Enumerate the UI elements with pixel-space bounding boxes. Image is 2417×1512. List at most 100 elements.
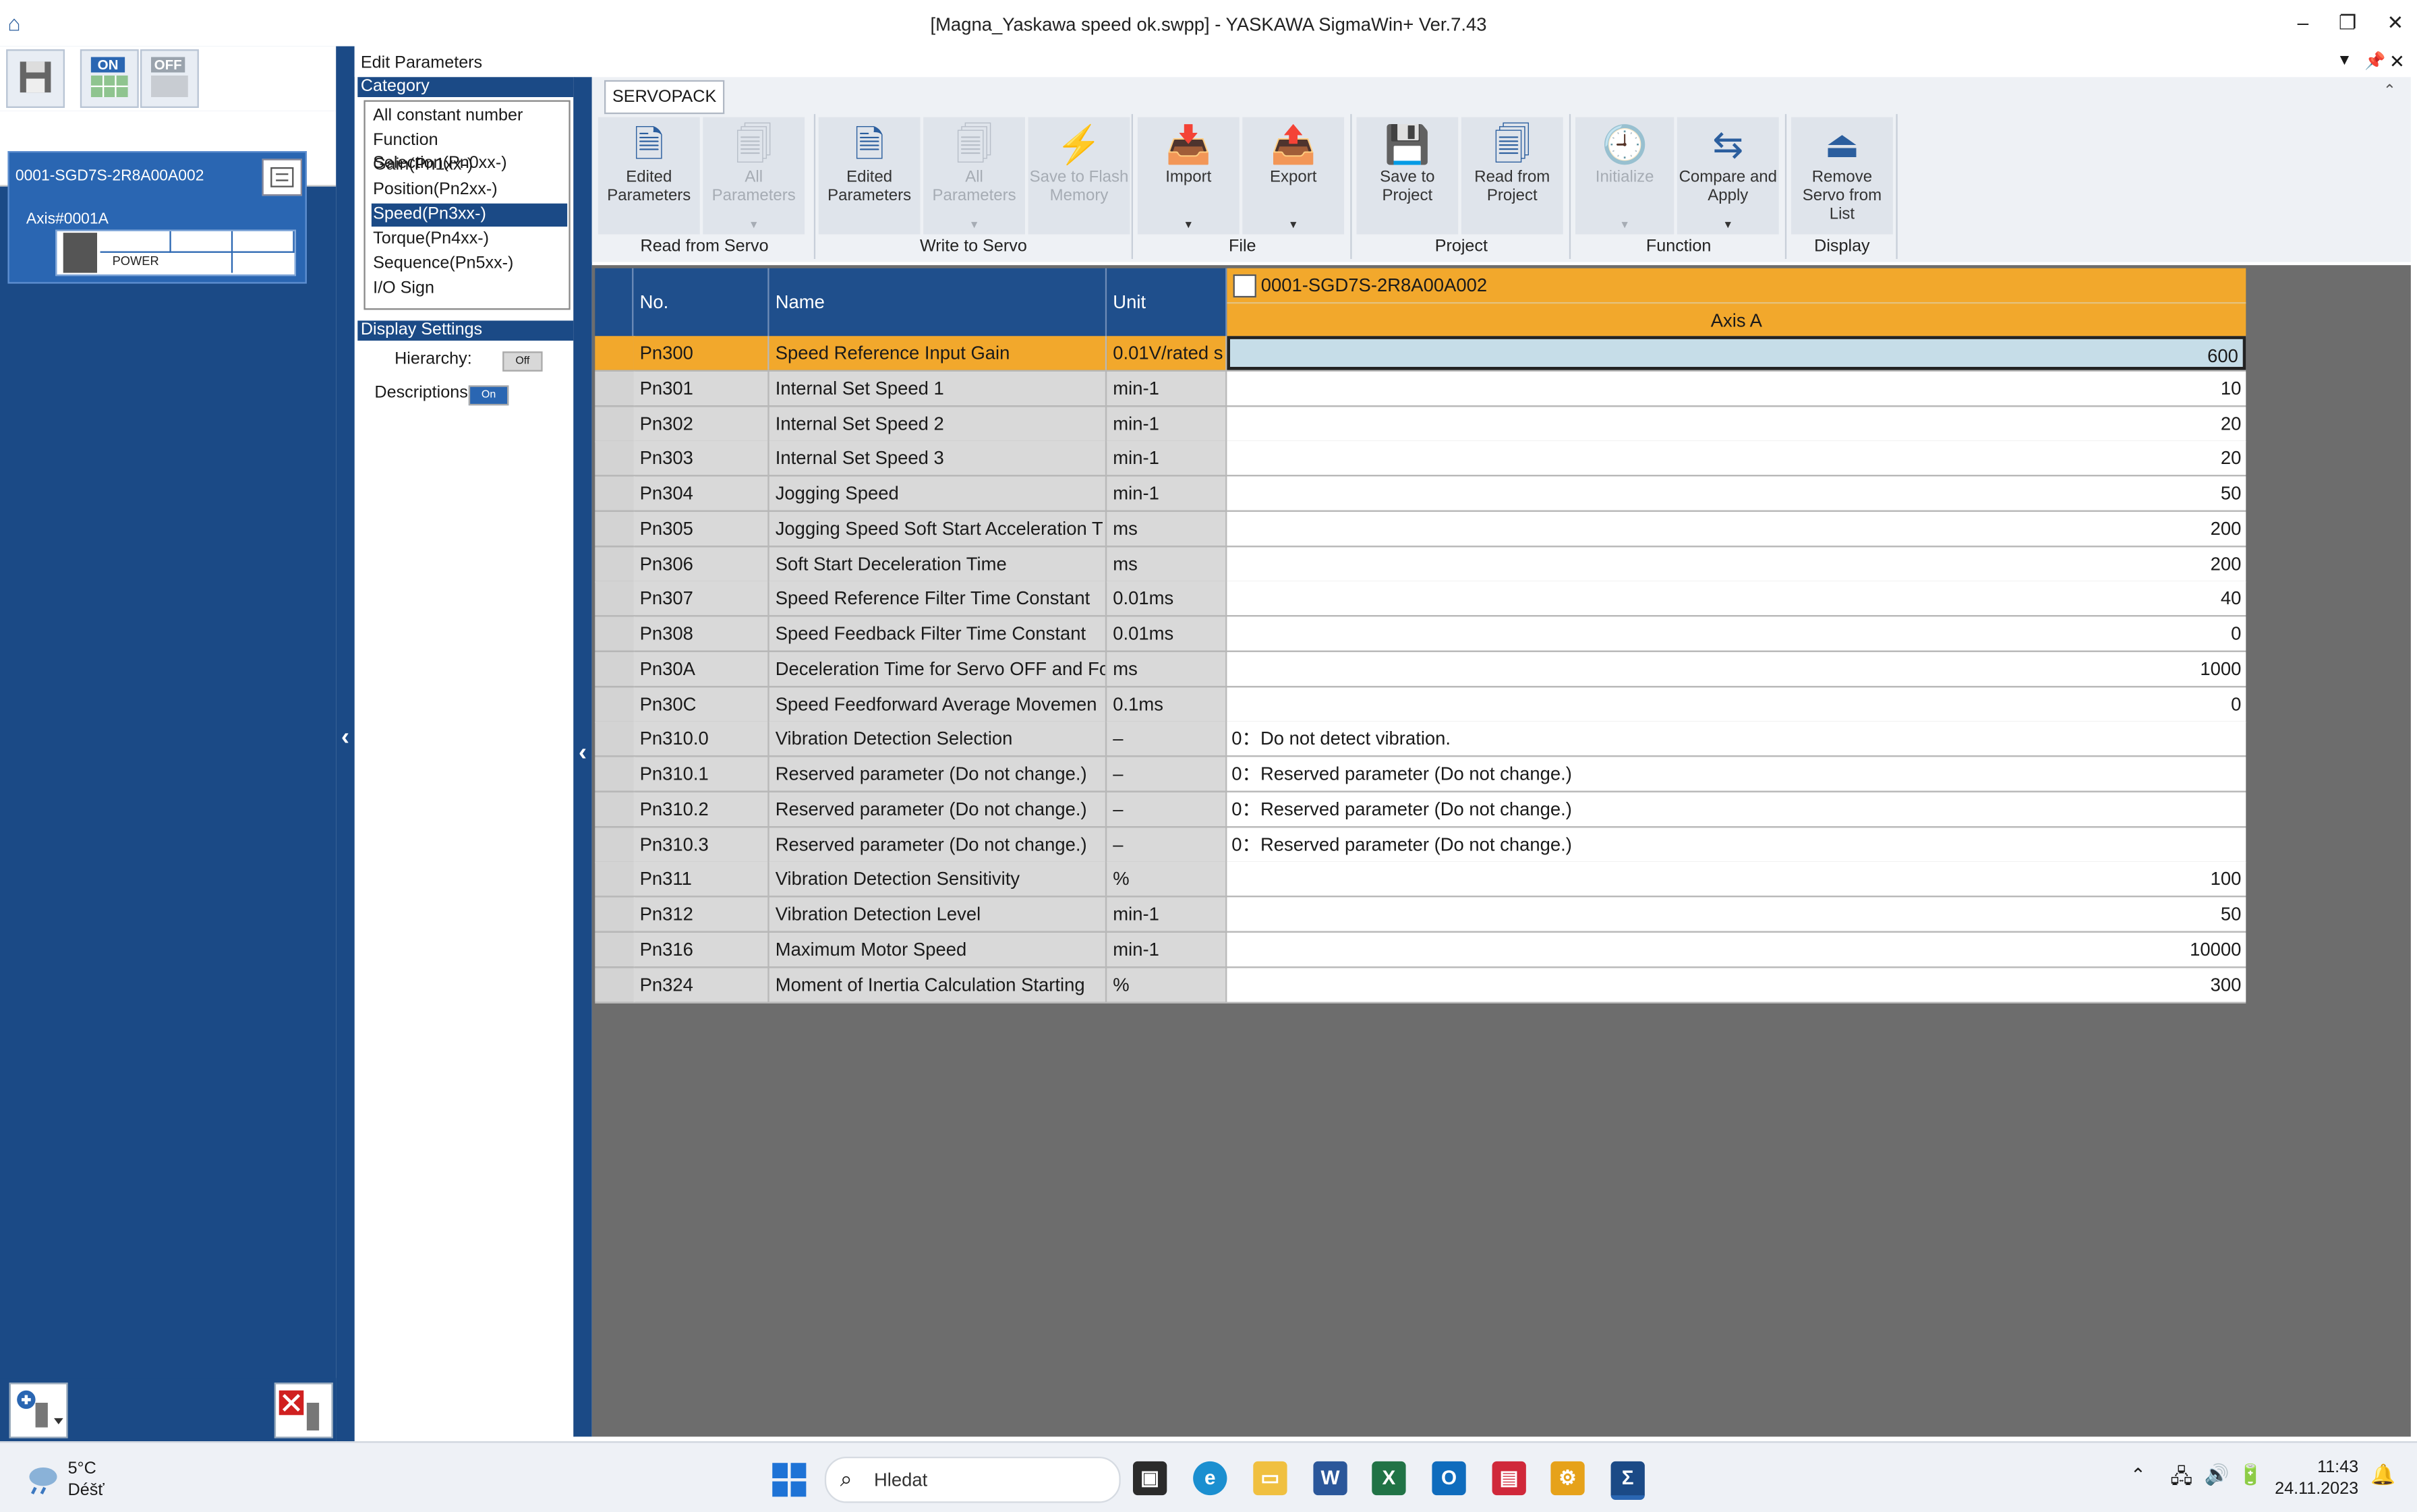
export-button[interactable]: 📤 Export ▾ — [1242, 117, 1345, 235]
param-value[interactable]: 20 — [1227, 441, 2246, 475]
category-item-torque[interactable]: Torque(Pn4xx-) — [372, 228, 567, 251]
restore-button[interactable]: ❐ — [2329, 9, 2366, 37]
param-value[interactable]: 50 — [1227, 897, 2246, 931]
table-row[interactable]: Pn30A Deceleration Time for Servo OFF and… — [595, 651, 2246, 687]
tab-servopack[interactable]: SERVOPACK — [604, 80, 725, 115]
save-button[interactable] — [6, 49, 65, 108]
param-value[interactable]: 50 — [1227, 476, 2246, 511]
param-value[interactable]: 200 — [1227, 546, 2246, 581]
row-selector[interactable] — [595, 406, 635, 440]
collapse-left-icon[interactable]: ‹ — [336, 724, 354, 752]
table-row[interactable]: Pn307 Speed Reference Filter Time Constan… — [595, 581, 2246, 617]
clock-time[interactable]: 11:43 — [2278, 1458, 2358, 1476]
row-selector[interactable] — [595, 967, 635, 1001]
column-header-unit[interactable]: Unit — [1107, 268, 1227, 337]
row-selector[interactable] — [595, 792, 635, 826]
param-value[interactable]: 0 — [1227, 687, 2246, 721]
category-item-all[interactable]: All constant number — [372, 105, 567, 127]
clock-date[interactable]: 24.11.2023 — [2266, 1480, 2358, 1498]
pin-icon[interactable]: 📌 — [2364, 51, 2385, 71]
row-selector[interactable] — [595, 897, 635, 931]
row-selector[interactable] — [595, 722, 635, 756]
notification-bell-icon[interactable]: 🔔 — [2370, 1463, 2395, 1488]
param-value[interactable]: 1000 — [1227, 651, 2246, 686]
table-row[interactable]: Pn306 Soft Start Deceleration Time ms 200 — [595, 546, 2246, 582]
table-row[interactable]: Pn312 Vibration Detection Level min-1 50 — [595, 897, 2246, 933]
param-value[interactable]: 200 — [1227, 511, 2246, 546]
row-selector[interactable] — [595, 862, 635, 896]
table-row[interactable]: Pn300 Speed Reference Input Gain 0.01V/rat… — [595, 336, 2246, 372]
weather-rain-icon[interactable] — [25, 1464, 62, 1495]
write-edited-parameters-button[interactable]: 🗎 Edited Parameters — [818, 117, 921, 235]
param-value[interactable]: 10 — [1227, 371, 2246, 405]
category-item-gain[interactable]: Gain(Pn1xx-) — [372, 154, 567, 177]
category-item-sequence[interactable]: Sequence(Pn5xx-) — [372, 253, 567, 276]
param-value[interactable]: 0：Reserved parameter (Do not change.) — [1227, 827, 2246, 861]
param-value[interactable]: 0：Do not detect vibration. — [1227, 722, 2246, 756]
volume-icon[interactable]: 🔊 — [2205, 1463, 2230, 1488]
read-edited-parameters-button[interactable]: 🗎 Edited Parameters — [598, 117, 700, 235]
minimize-button[interactable]: – — [2284, 9, 2321, 37]
excel-icon[interactable]: X — [1372, 1461, 1406, 1496]
import-button[interactable]: 📥 Import ▾ — [1137, 117, 1240, 235]
param-value[interactable]: 0：Reserved parameter (Do not change.) — [1227, 757, 2246, 791]
column-header-name[interactable]: Name — [769, 268, 1107, 337]
param-value[interactable]: 100 — [1227, 862, 2246, 896]
remove-servo-button[interactable]: ⏏ Remove Servo from List — [1791, 117, 1893, 235]
table-row[interactable]: Pn311 Vibration Detection Sensitivity% 100 — [595, 862, 2246, 898]
param-value[interactable]: 0：Reserved parameter (Do not change.) — [1227, 792, 2246, 826]
word-icon[interactable]: W — [1313, 1461, 1347, 1496]
task-view-icon[interactable]: ▣ — [1133, 1461, 1167, 1496]
category-item-io-sign[interactable]: I/O Sign — [372, 277, 567, 300]
category-item-speed[interactable]: Speed(Pn3xx-) — [371, 203, 568, 227]
pdf-reader-icon[interactable]: ▤ — [1492, 1461, 1526, 1496]
table-row[interactable]: Pn310.1 Reserved parameter (Do not change… — [595, 757, 2246, 792]
show-hidden-icons[interactable]: ⌃ — [2130, 1464, 2146, 1486]
compare-and-apply-button[interactable]: ⇆ Compare and Apply ▾ — [1677, 117, 1779, 235]
table-row[interactable]: Pn302 Internal Set Speed 2 min-1 20 — [595, 406, 2246, 442]
servo-off-button[interactable]: OFF — [140, 49, 199, 108]
outlook-icon[interactable]: O — [1432, 1461, 1466, 1496]
edge-browser-icon[interactable]: e — [1193, 1461, 1227, 1496]
row-selector[interactable] — [595, 932, 635, 966]
table-row[interactable]: Pn316 Maximum Motor Speed min-1 10000 — [595, 932, 2246, 968]
read-from-project-button[interactable]: 🗐 Read from Project — [1461, 117, 1563, 235]
network-icon[interactable]: 🖧 — [2170, 1463, 2192, 1496]
row-selector[interactable] — [595, 581, 635, 616]
row-selector[interactable] — [595, 371, 635, 405]
row-selector[interactable] — [595, 616, 635, 651]
close-button[interactable]: ✕ — [2377, 9, 2414, 37]
save-to-project-button[interactable]: 💾 Save to Project — [1356, 117, 1459, 235]
windows-start-icon[interactable] — [772, 1463, 807, 1497]
device-card[interactable]: 0001-SGD7S-2R8A00A002 Axis#0001A POWER — [7, 151, 307, 284]
ribbon-collapse-icon[interactable]: ⌃ — [2383, 83, 2396, 100]
add-device-button[interactable] — [9, 1383, 68, 1438]
row-selector[interactable] — [595, 827, 635, 861]
table-row[interactable]: Pn304 Jogging Speed min-1 50 — [595, 476, 2246, 512]
battery-icon[interactable]: 🔋 — [2238, 1463, 2263, 1488]
column-header-no[interactable]: No. — [633, 268, 769, 337]
table-row[interactable]: Pn308 Speed Feedback Filter Time Constant… — [595, 616, 2246, 652]
row-selector[interactable] — [595, 441, 635, 475]
file-explorer-icon[interactable]: ▭ — [1253, 1461, 1287, 1496]
table-row[interactable]: Pn310.0 Vibration Detection Selection –0：D… — [595, 722, 2246, 757]
param-value[interactable]: 600 — [1227, 336, 2246, 370]
device-panel-splitter[interactable]: ‹ — [336, 46, 355, 1442]
descriptions-toggle[interactable]: On — [468, 385, 509, 406]
collapse-category-icon[interactable]: ‹ — [573, 740, 591, 767]
remove-device-button[interactable] — [274, 1383, 333, 1438]
row-selector[interactable] — [595, 651, 635, 686]
table-row[interactable]: Pn310.3 Reserved parameter (Do not change… — [595, 827, 2246, 863]
table-row[interactable]: Pn301 Internal Set Speed 1 min-1 10 — [595, 371, 2246, 407]
param-value[interactable]: 0 — [1227, 616, 2246, 651]
param-value[interactable]: 10000 — [1227, 932, 2246, 966]
table-row[interactable]: Pn303 Internal Set Speed 3 min-1 20 — [595, 441, 2246, 477]
table-row[interactable]: Pn30C Speed Feedforward Average Movemen 0.… — [595, 687, 2246, 722]
device-checkbox[interactable] — [1233, 274, 1256, 298]
row-selector[interactable] — [595, 336, 635, 370]
row-selector[interactable] — [595, 546, 635, 581]
param-value[interactable]: 40 — [1227, 581, 2246, 616]
table-row[interactable]: Pn324 Moment of Inertia Calculation Start… — [595, 967, 2246, 1003]
category-list[interactable]: All constant number Function Selection(P… — [363, 100, 571, 310]
category-item-function[interactable]: Function Selection(Pn0xx-) — [372, 129, 567, 173]
